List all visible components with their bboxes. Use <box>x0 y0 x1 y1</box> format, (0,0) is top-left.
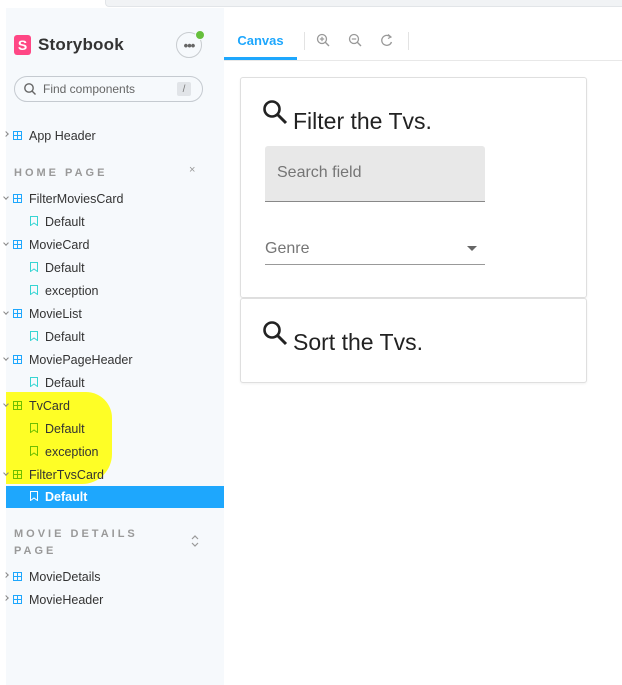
bookmark-icon <box>30 446 38 456</box>
window-top-bar <box>105 0 622 7</box>
toolbar: Canvas <box>224 20 622 61</box>
collapsed-caret-icon <box>3 131 9 137</box>
sidebar-item-filtermoviescard[interactable]: FilterMoviesCard <box>3 188 224 210</box>
brand-name: Storybook <box>38 35 124 54</box>
story-label: Default <box>45 330 85 344</box>
expanded-caret-icon <box>3 309 9 315</box>
sidebar-story-tvcard-default[interactable]: Default <box>6 418 224 440</box>
section-title-line: PAGE <box>14 545 57 557</box>
dropdown-arrow-icon <box>467 246 477 251</box>
genre-label: Genre <box>265 240 310 257</box>
sidebar-item-moviedetails[interactable]: MovieDetails <box>3 566 224 588</box>
component-icon <box>13 131 22 140</box>
sidebar-item-label: MoviePageHeader <box>29 353 133 367</box>
component-icon <box>13 240 22 249</box>
section-home-page[interactable]: HOME PAGE <box>14 165 107 182</box>
component-icon <box>13 309 22 318</box>
collapsed-caret-icon <box>3 595 9 601</box>
search-field-placeholder: Search field <box>277 164 362 181</box>
story-label: Default <box>45 422 85 436</box>
sort-card-title: Sort the Tvs. <box>293 329 423 355</box>
sidebar-item-app-header[interactable]: App Header <box>3 125 224 147</box>
bookmark-icon <box>30 423 38 433</box>
zoom-out-icon[interactable] <box>348 33 362 47</box>
story-label: Default <box>45 215 85 229</box>
bookmark-icon <box>30 285 38 295</box>
active-tab-indicator <box>224 57 297 60</box>
expanded-caret-icon <box>3 401 9 407</box>
toolbar-divider <box>408 32 409 50</box>
sidebar-item-label: FilterMoviesCard <box>29 192 124 206</box>
sidebar-story-tvcard-exception[interactable]: exception <box>6 441 224 463</box>
search-input[interactable]: Find components / <box>14 76 203 102</box>
bookmark-icon <box>30 377 38 387</box>
sidebar-item-moviecard[interactable]: MovieCard <box>3 234 224 256</box>
section-title-line: MOVIE DETAILS <box>14 528 138 540</box>
sidebar-story-movielist-default[interactable]: Default <box>6 326 224 348</box>
toolbar-divider <box>304 32 305 50</box>
section-movie-details-page[interactable]: MOVIE DETAILS PAGE <box>14 526 138 560</box>
sidebar-story-filtertvscard-default-selected[interactable]: Default <box>6 486 224 508</box>
reset-zoom-icon[interactable] <box>380 33 394 47</box>
window-top-strip <box>0 0 622 8</box>
expanded-caret-icon <box>3 240 9 246</box>
search-field-input[interactable]: Search field <box>265 146 485 202</box>
sidebar-story-moviecard-exception[interactable]: exception <box>6 280 224 302</box>
sidebar-item-label: MovieCard <box>29 238 90 252</box>
sidebar-item-label: TvCard <box>29 399 70 413</box>
storybook-logo-icon: S <box>14 35 31 55</box>
expand-section-icon[interactable] <box>190 535 200 547</box>
component-icon <box>13 595 22 604</box>
bookmark-icon <box>30 216 38 226</box>
main-panel: Canvas Filter the Tvs. Search field Genr… <box>224 20 622 685</box>
story-label: Default <box>45 376 85 390</box>
story-label: Default <box>45 490 88 504</box>
filter-card-title: Filter the Tvs. <box>293 108 432 134</box>
zoom-in-icon[interactable] <box>316 33 330 47</box>
collapse-section-icon[interactable]: × <box>189 164 199 176</box>
story-label: Default <box>45 261 85 275</box>
sort-card: Sort the Tvs. <box>240 298 587 383</box>
sidebar-story-moviepageheader-default[interactable]: Default <box>6 372 224 394</box>
search-icon <box>24 83 36 95</box>
filter-card: Filter the Tvs. Search field Genre <box>240 77 587 298</box>
component-icon <box>13 194 22 203</box>
sidebar-item-tvcard[interactable]: TvCard <box>3 395 224 417</box>
component-icon <box>13 470 22 479</box>
sidebar-item-label: MovieList <box>29 307 82 321</box>
story-label: exception <box>45 284 99 298</box>
sidebar-item-label: FilterTvsCard <box>29 468 105 482</box>
expanded-caret-icon <box>3 355 9 361</box>
search-shortcut-key: / <box>177 82 191 96</box>
sidebar-item-moviepageheader[interactable]: MoviePageHeader <box>3 349 224 371</box>
sidebar-story-moviecard-default[interactable]: Default <box>6 257 224 279</box>
bookmark-icon <box>30 491 38 501</box>
sidebar: S Storybook ••• Find components / App He… <box>3 8 224 685</box>
sidebar-item-movielist[interactable]: MovieList <box>3 303 224 325</box>
bookmark-icon <box>30 331 38 341</box>
sidebar-item-movieheader[interactable]: MovieHeader <box>3 589 224 611</box>
search-icon <box>263 100 288 125</box>
bookmark-icon <box>30 262 38 272</box>
sidebar-item-filtertvscard[interactable]: FilterTvsCard <box>3 464 224 486</box>
sidebar-story-filtermoviescard-default[interactable]: Default <box>6 211 224 233</box>
collapsed-caret-icon <box>3 572 9 578</box>
search-placeholder: Find components <box>43 82 136 96</box>
expanded-caret-icon <box>3 194 9 200</box>
update-indicator-badge <box>195 30 205 40</box>
sidebar-item-label: MovieHeader <box>29 593 104 607</box>
story-label: exception <box>45 445 99 459</box>
component-icon <box>13 355 22 364</box>
expanded-caret-icon <box>3 470 9 476</box>
component-icon <box>13 572 22 581</box>
brand[interactable]: S Storybook <box>14 34 124 56</box>
search-icon <box>263 321 288 346</box>
genre-select[interactable]: Genre <box>265 230 485 265</box>
sidebar-item-label: App Header <box>29 129 96 143</box>
tab-canvas[interactable]: Canvas <box>224 20 297 60</box>
sidebar-item-label: MovieDetails <box>29 570 101 584</box>
component-icon <box>13 401 22 410</box>
